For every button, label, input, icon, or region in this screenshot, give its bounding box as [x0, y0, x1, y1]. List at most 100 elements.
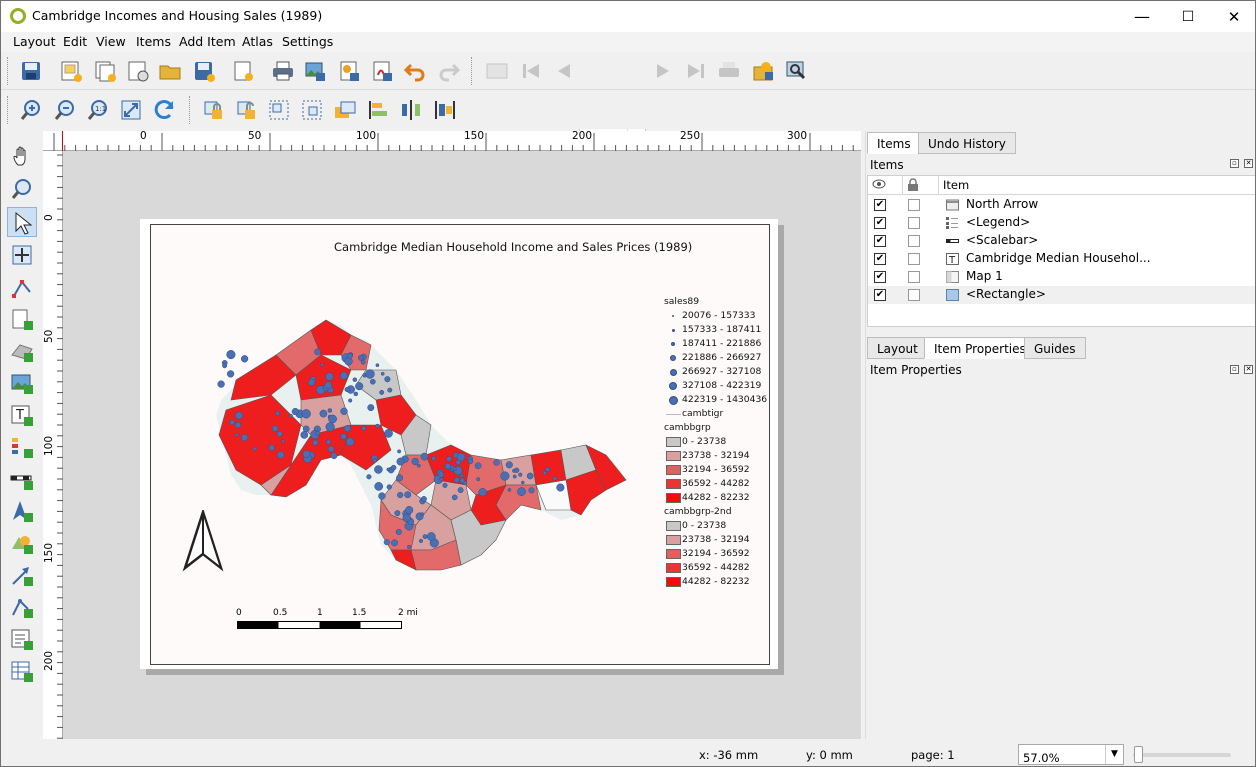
zoom-slider-track[interactable] — [1133, 753, 1231, 757]
menu-atlas[interactable]: Atlas — [242, 34, 273, 49]
move-content-icon[interactable] — [10, 243, 34, 267]
new-layout-icon[interactable] — [59, 59, 83, 83]
items-tree-row[interactable]: ✔ Map 1 — [868, 268, 1255, 286]
map-title-label[interactable]: Cambridge Median Household Income and Sa… — [334, 240, 692, 254]
next-feature-icon[interactable] — [651, 59, 675, 83]
unlock-items-icon[interactable] — [234, 98, 258, 122]
pan-icon[interactable] — [10, 145, 34, 169]
chevron-down-icon[interactable]: ▼ — [1105, 745, 1123, 764]
add-scalebar-icon[interactable] — [10, 467, 34, 491]
menu-items[interactable]: Items — [136, 34, 171, 49]
map-item[interactable] — [201, 285, 661, 595]
first-feature-icon[interactable] — [519, 59, 543, 83]
add-3d-map-icon[interactable] — [10, 339, 34, 363]
layout-page[interactable]: Cambridge Median Household Income and Sa… — [140, 219, 778, 669]
atlas-preview-icon[interactable] — [485, 59, 509, 83]
zoom-out-icon[interactable] — [53, 98, 77, 122]
add-label-icon[interactable]: T — [10, 403, 34, 427]
items-tree-row[interactable]: ✔ <Legend> — [868, 214, 1255, 232]
tab-item-properties[interactable]: Item Properties — [924, 337, 1036, 359]
items-tree-row[interactable]: ✔ <Rectangle> — [868, 286, 1255, 304]
zoom-in-icon[interactable] — [19, 98, 43, 122]
visibility-checkbox[interactable]: ✔ — [874, 271, 886, 283]
items-tree-row[interactable]: ✔ T Cambridge Median Househol... — [868, 250, 1255, 268]
lock-checkbox[interactable] — [908, 253, 920, 265]
add-legend-icon[interactable] — [10, 435, 34, 459]
previous-feature-icon[interactable] — [552, 59, 576, 83]
add-attribute-table-icon[interactable] — [10, 659, 34, 683]
group-items-icon[interactable] — [267, 98, 291, 122]
float-panel-icon[interactable]: ▫ — [1230, 365, 1239, 374]
close-panel-icon[interactable]: ✕ — [1244, 159, 1253, 168]
layout-canvas[interactable]: Cambridge Median Household Income and Sa… — [63, 151, 861, 739]
resize-items-icon[interactable] — [433, 98, 457, 122]
menu-add-item[interactable]: Add Item — [179, 34, 236, 49]
raise-items-icon[interactable] — [333, 98, 357, 122]
undo-icon[interactable] — [403, 59, 427, 83]
scalebar[interactable]: 0 0.5 1 1.5 2 mi — [236, 608, 424, 638]
redo-icon[interactable] — [437, 59, 461, 83]
tab-items[interactable]: Items — [867, 132, 921, 154]
lock-checkbox[interactable] — [908, 199, 920, 211]
tab-undo-history[interactable]: Undo History — [918, 132, 1016, 154]
export-pdf-icon[interactable] — [370, 59, 394, 83]
add-picture-icon[interactable] — [10, 371, 34, 395]
float-panel-icon[interactable]: ▫ — [1230, 159, 1239, 168]
lock-checkbox[interactable] — [908, 271, 920, 283]
menu-view[interactable]: View — [96, 34, 126, 49]
open-folder-icon[interactable] — [158, 59, 182, 83]
visibility-checkbox[interactable]: ✔ — [874, 253, 886, 265]
export-svg-icon[interactable] — [337, 59, 361, 83]
north-arrow-icon[interactable] — [181, 510, 225, 572]
close-button[interactable]: ✕ — [1211, 1, 1255, 32]
add-north-arrow-icon[interactable] — [10, 499, 34, 523]
align-items-icon[interactable] — [367, 98, 391, 122]
items-tree[interactable]: Item ✔ North Arrow ✔ <Legend> ✔ <Scalebar> ✔ T C… — [867, 175, 1255, 327]
menu-edit[interactable]: Edit — [63, 34, 87, 49]
minimize-button[interactable]: — — [1119, 1, 1165, 32]
save-as-template-icon[interactable] — [192, 59, 216, 83]
print-atlas-icon[interactable] — [717, 59, 741, 83]
layout-manager-icon[interactable] — [126, 59, 150, 83]
lock-checkbox[interactable] — [908, 289, 920, 301]
zoom-combo[interactable]: 57.0% ▼ — [1018, 744, 1124, 765]
visibility-checkbox[interactable]: ✔ — [874, 235, 886, 247]
save-project-icon[interactable] — [19, 59, 43, 83]
refresh-icon[interactable] — [152, 98, 176, 122]
print-icon[interactable] — [271, 59, 295, 83]
atlas-settings-icon[interactable] — [751, 59, 775, 83]
items-tree-row[interactable]: ✔ <Scalebar> — [868, 232, 1255, 250]
tab-guides[interactable]: Guides — [1024, 337, 1086, 359]
visibility-checkbox[interactable]: ✔ — [874, 289, 886, 301]
zoom-actual-icon[interactable]: 1:1 — [86, 98, 110, 122]
visibility-checkbox[interactable]: ✔ — [874, 217, 886, 229]
visibility-checkbox[interactable]: ✔ — [874, 199, 886, 211]
column-lock[interactable] — [903, 176, 939, 195]
duplicate-layout-icon[interactable] — [93, 59, 117, 83]
zoom-tool-icon[interactable] — [10, 177, 34, 201]
items-tree-row[interactable]: ✔ North Arrow — [868, 196, 1255, 214]
lock-items-icon[interactable] — [201, 98, 225, 122]
export-image-icon[interactable] — [303, 59, 327, 83]
edit-nodes-icon[interactable] — [10, 276, 34, 300]
add-node-item-icon[interactable] — [10, 595, 34, 619]
add-page-icon[interactable] — [231, 59, 255, 83]
lock-checkbox[interactable] — [908, 235, 920, 247]
export-atlas-icon[interactable] — [784, 59, 808, 83]
add-shape-icon[interactable] — [10, 531, 34, 555]
close-panel-icon[interactable]: ✕ — [1244, 365, 1253, 374]
column-visibility[interactable] — [868, 176, 903, 195]
ungroup-items-icon[interactable] — [300, 98, 324, 122]
select-move-icon[interactable] — [10, 211, 34, 235]
legend[interactable]: sales89 20076 - 157333 157333 - 187411 1874… — [664, 295, 774, 589]
column-item[interactable]: Item — [939, 176, 1255, 195]
page-rectangle[interactable]: Cambridge Median Household Income and Sa… — [150, 224, 770, 665]
tab-layout[interactable]: Layout — [867, 337, 928, 359]
zoom-slider-handle[interactable] — [1134, 746, 1143, 763]
menu-settings[interactable]: Settings — [282, 34, 333, 49]
distribute-items-icon[interactable] — [399, 98, 423, 122]
menu-layout[interactable]: Layout — [13, 34, 56, 49]
last-feature-icon[interactable] — [684, 59, 708, 83]
zoom-full-icon[interactable] — [119, 98, 143, 122]
lock-checkbox[interactable] — [908, 217, 920, 229]
